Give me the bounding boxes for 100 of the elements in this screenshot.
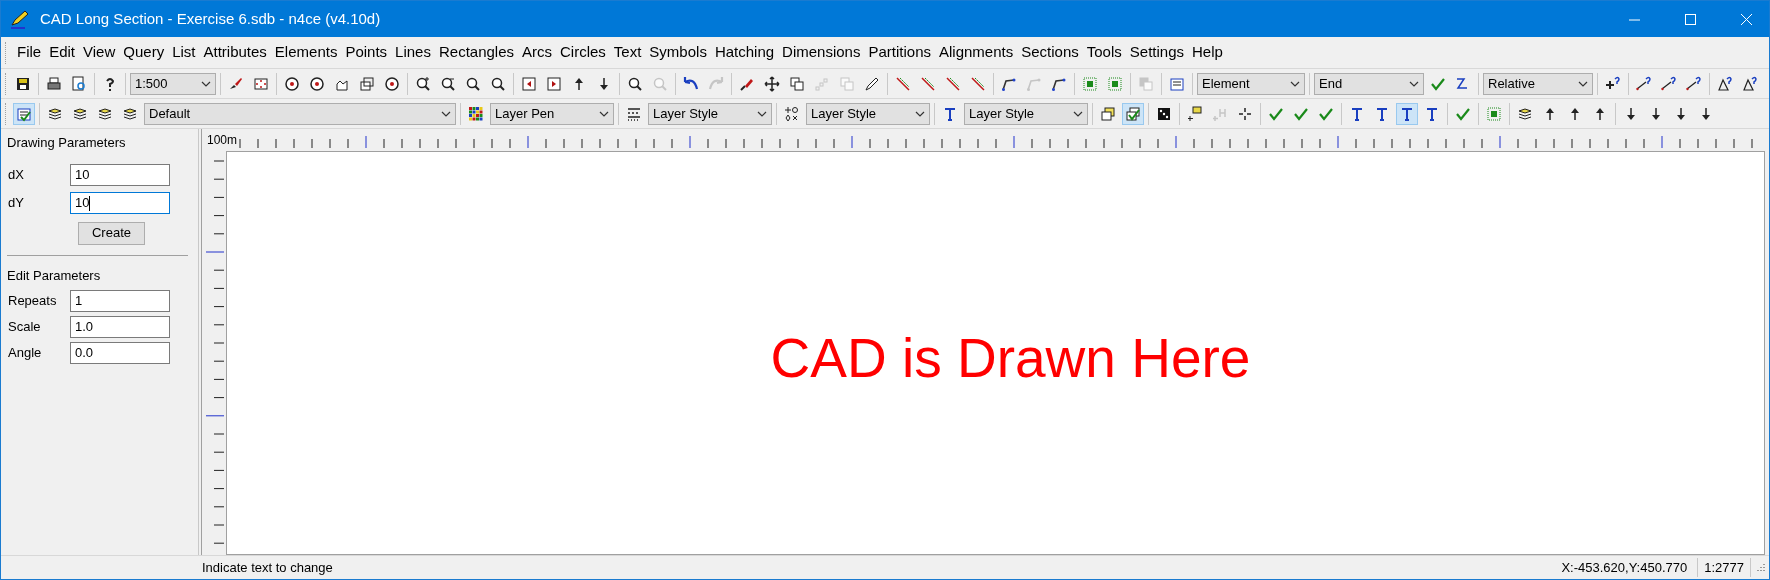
create-button[interactable]: Create	[78, 221, 145, 245]
chevron-icon	[1578, 80, 1588, 87]
copy-icon	[839, 75, 855, 92]
plus-question-icon	[1605, 75, 1621, 92]
crosshair-icon	[1237, 105, 1253, 122]
windows-icon	[359, 75, 375, 92]
menu-item[interactable]: File	[13, 41, 46, 64]
menu-item[interactable]: Arcs	[518, 41, 556, 64]
layers-icon	[47, 105, 63, 122]
dropdown[interactable]: 1:500	[130, 72, 216, 95]
field-label: Repeats	[8, 291, 58, 310]
menu-item[interactable]: Hatching	[710, 41, 779, 64]
squares-icon	[1125, 105, 1141, 122]
menu-item[interactable]: Edit	[45, 41, 80, 64]
zoom-circle-icon	[384, 75, 400, 92]
dropdown[interactable]: Relative	[1483, 72, 1593, 95]
section-title: Drawing Parameters	[7, 134, 127, 152]
chevron-icon	[441, 110, 451, 117]
line-icon	[920, 75, 936, 92]
window-title: CAD Long Section - Exercise 6.sdb - n4ce (v4.10d)	[40, 8, 382, 29]
properties-icon	[16, 105, 32, 122]
chevron-icon	[1290, 80, 1300, 87]
zoom-circle-icon	[284, 75, 300, 92]
line-question-icon	[1686, 75, 1702, 92]
dropdown[interactable]: Layer Pen	[490, 102, 614, 125]
menu-item[interactable]: Query	[119, 41, 169, 64]
arrow-left-icon	[521, 75, 537, 92]
grid-icon	[1486, 105, 1502, 122]
dropdown[interactable]: Element	[1197, 72, 1305, 95]
query-icon	[652, 75, 668, 92]
line-icon	[895, 75, 911, 92]
properties-icon	[1169, 75, 1185, 92]
menu-item[interactable]: Alignments	[935, 41, 1018, 64]
zoom-circle-icon	[309, 75, 325, 92]
input-field[interactable]: 10	[70, 164, 170, 186]
input-field[interactable]: 1.0	[70, 315, 170, 338]
triangle-question-icon	[1742, 75, 1758, 92]
text-icon	[1424, 105, 1440, 122]
menu-item[interactable]: Lines	[391, 41, 435, 64]
dropdown[interactable]: Layer Style	[964, 102, 1088, 125]
canvas-text: CAD is Drawn Here	[770, 325, 1251, 391]
magnifier-icon	[465, 75, 481, 92]
line-style-icon	[626, 105, 642, 122]
menu-item[interactable]: Dimensions	[778, 41, 865, 64]
line-icon	[945, 75, 961, 92]
color-grid-icon	[468, 105, 484, 122]
chevron-icon	[201, 80, 211, 87]
menu-item[interactable]: View	[79, 41, 120, 64]
printer-icon	[46, 75, 62, 92]
input-field[interactable]: 0.0	[70, 341, 170, 364]
status-scale: 1:2777	[1698, 557, 1751, 578]
menu-item[interactable]: List	[168, 41, 200, 64]
dice-icon	[1156, 105, 1172, 122]
menu-item[interactable]: Tools	[1082, 41, 1126, 64]
menu-item[interactable]: Text	[609, 41, 646, 64]
menu-item[interactable]: Partitions	[864, 41, 935, 64]
brush-icon	[228, 75, 244, 92]
input-field[interactable]: 1	[70, 289, 170, 312]
dropdown[interactable]: Layer Style	[806, 102, 930, 125]
move-icon	[764, 75, 780, 92]
menu-item[interactable]: Attributes	[199, 41, 271, 64]
close-icon	[1740, 13, 1752, 25]
query-icon	[627, 75, 643, 92]
text-icon	[1399, 105, 1415, 122]
input-field[interactable]: 10	[70, 192, 170, 214]
line-question-icon	[1661, 75, 1677, 92]
redo-icon	[708, 75, 724, 92]
field-label: dX	[8, 166, 25, 185]
toolbar-button[interactable]	[1396, 102, 1418, 125]
toolbar-button[interactable]	[1122, 102, 1144, 125]
menu-item[interactable]: Elements	[270, 41, 342, 64]
undo-icon	[683, 75, 699, 92]
drawing-canvas[interactable]: CAD is Drawn Here	[226, 151, 1765, 555]
menu-item[interactable]: Symbols	[645, 41, 711, 64]
layers-icon	[1517, 105, 1533, 122]
section-title: Edit Parameters	[7, 266, 102, 285]
pencil-icon	[864, 75, 880, 92]
arrow-right-icon	[546, 75, 562, 92]
menu-item[interactable]: Sections	[1017, 41, 1083, 64]
field-label: dY	[8, 194, 25, 213]
chevron-icon	[599, 110, 609, 117]
dropdown[interactable]: End	[1314, 72, 1424, 95]
menu-item[interactable]: Circles	[556, 41, 610, 64]
line-icon	[970, 75, 986, 92]
zoom-in-icon	[415, 75, 431, 92]
menu-item[interactable]: Points	[341, 41, 392, 64]
status-coordinates: X:-453.620,Y:450.770	[1561, 557, 1699, 578]
menu-item[interactable]: Help	[1188, 41, 1227, 64]
text-icon	[1374, 105, 1390, 122]
menu-item[interactable]: Rectangles	[434, 41, 518, 64]
pencil-icon	[10, 9, 30, 29]
chevron-icon	[915, 110, 925, 117]
menu-item[interactable]: Settings	[1125, 41, 1188, 64]
chevron-icon	[757, 110, 767, 117]
dropdown[interactable]: Default	[144, 102, 456, 125]
symbols-icon	[784, 105, 800, 122]
frame-icon	[253, 75, 269, 92]
maximize-icon	[1684, 13, 1696, 25]
magnifier-icon	[490, 75, 506, 92]
dropdown[interactable]: Layer Style	[648, 102, 772, 125]
